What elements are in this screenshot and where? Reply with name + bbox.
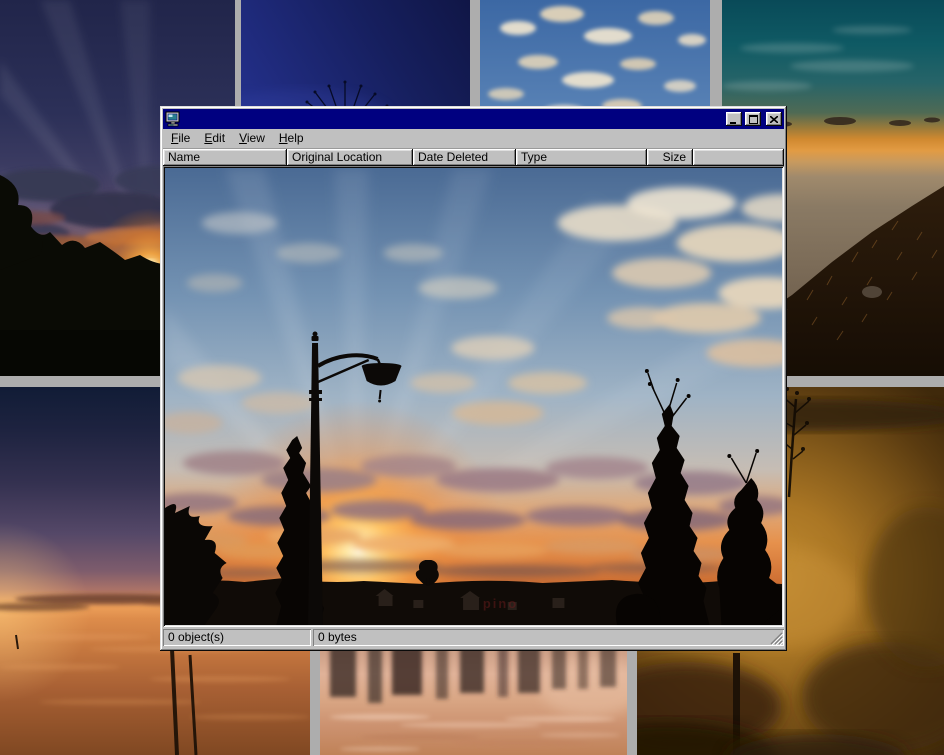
- menu-edit[interactable]: Edit: [197, 129, 232, 148]
- minimize-button[interactable]: [726, 112, 742, 126]
- maximize-icon: [749, 115, 758, 124]
- column-header-size[interactable]: Size: [647, 149, 693, 166]
- status-bar: 0 object(s) 0 bytes: [163, 627, 784, 648]
- menu-view[interactable]: View: [232, 129, 272, 148]
- sunset-lamp-photo: pino: [165, 168, 782, 625]
- computer-icon: [165, 111, 181, 127]
- menu-bar: File Edit View Help: [163, 129, 784, 149]
- minimize-icon: [730, 117, 738, 124]
- column-header-row: Name Original Location Date Deleted Type…: [163, 149, 784, 166]
- close-icon: [770, 116, 778, 123]
- menu-help[interactable]: Help: [272, 129, 311, 148]
- column-header-date-deleted[interactable]: Date Deleted: [413, 149, 516, 166]
- photo-watermark: pino: [483, 596, 518, 611]
- column-header-type[interactable]: Type: [516, 149, 647, 166]
- status-size-text: 0 bytes: [318, 630, 357, 644]
- list-view-content[interactable]: pino: [163, 166, 784, 627]
- desktop: { "desktop": { "wallpaper_tiles": [ "sun…: [0, 0, 944, 755]
- close-button[interactable]: [766, 112, 782, 126]
- maximize-button[interactable]: [745, 112, 761, 126]
- status-object-count: 0 object(s): [163, 629, 311, 646]
- recycle-bin-window: File Edit View Help Name Original Locati…: [160, 106, 787, 651]
- column-header-empty[interactable]: [693, 149, 784, 166]
- column-header-name[interactable]: Name: [163, 149, 287, 166]
- column-header-original-location[interactable]: Original Location: [287, 149, 413, 166]
- window-titlebar[interactable]: [163, 109, 784, 129]
- menu-file[interactable]: File: [164, 129, 197, 148]
- resize-grip[interactable]: [770, 632, 783, 645]
- status-size: 0 bytes: [313, 629, 784, 646]
